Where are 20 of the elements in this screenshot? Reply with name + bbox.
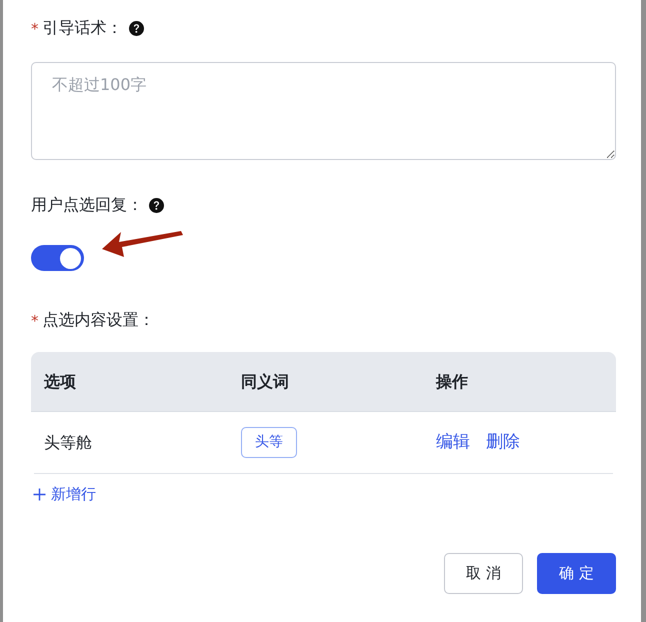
required-mark: * bbox=[31, 19, 38, 37]
help-icon[interactable] bbox=[149, 198, 164, 212]
field-label: 点选内容设置： bbox=[42, 309, 154, 331]
toggle-switch[interactable] bbox=[31, 245, 84, 271]
table-cell-text: 头等舱 bbox=[44, 432, 92, 454]
input-field[interactable]: 不超过100字 bbox=[31, 62, 616, 160]
help-icon[interactable] bbox=[128, 20, 144, 36]
cancel-button[interactable]: 取 消 bbox=[444, 553, 523, 594]
field-label: 用户点选回复： bbox=[31, 194, 143, 216]
column-header: 操作 bbox=[436, 370, 469, 392]
confirm-button[interactable]: 确 定 bbox=[537, 553, 616, 594]
synonym-tag: 头等 bbox=[241, 427, 297, 458]
plus-icon bbox=[33, 488, 46, 500]
add-row-button[interactable]: 新增行 bbox=[33, 482, 96, 506]
action-link[interactable]: 编辑 bbox=[436, 430, 470, 456]
column-header: 选项 bbox=[44, 370, 77, 392]
action-link[interactable]: 删除 bbox=[486, 430, 520, 456]
column-header: 同义词 bbox=[241, 370, 290, 392]
required-mark: * bbox=[31, 311, 38, 329]
field-label: 引导话术： bbox=[42, 17, 122, 39]
